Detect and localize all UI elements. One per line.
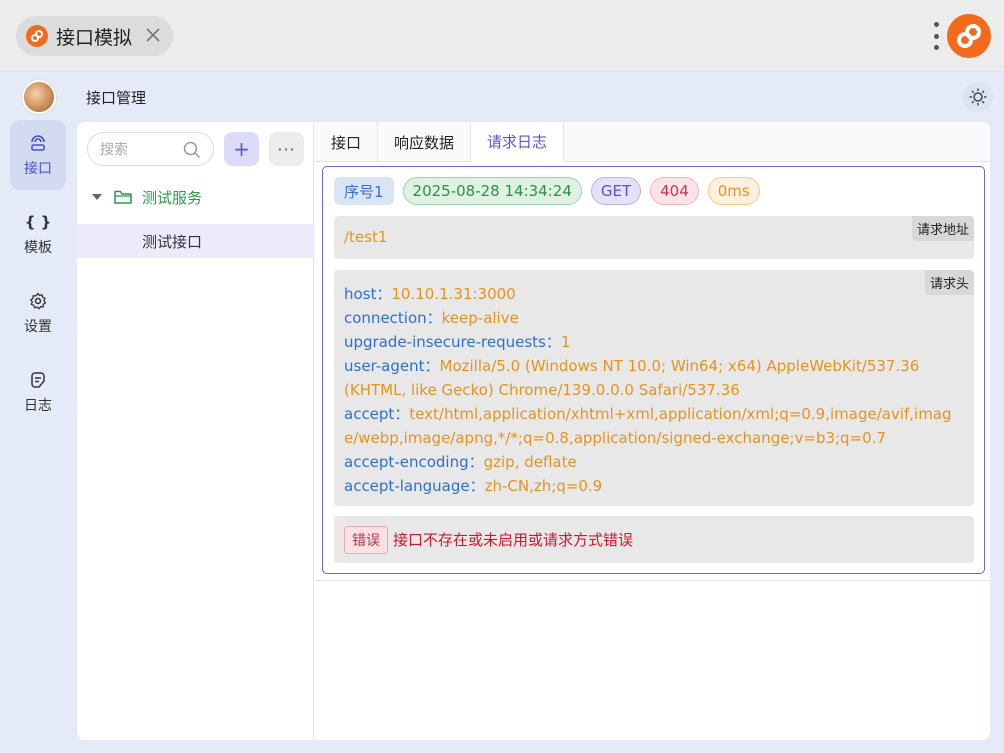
header-line: accept-encoding：gzip, deflate [344,453,577,471]
theme-toggle-button[interactable] [963,82,993,112]
error-box: 错误 接口不存在或未启用或请求方式错误 [334,516,974,563]
broadcast-icon [28,132,48,154]
add-button[interactable]: + [224,132,259,166]
api-tree-panel: 搜索 + ··· 测试服务 测试接口 [77,122,314,740]
request-headers-label: 请求头 [924,270,974,295]
close-icon[interactable] [143,25,163,45]
detail-panel: 接口 响应数据 请求日志 序号1 2025-08-28 14:34:24 GET… [315,122,990,740]
tab-api[interactable]: 接口 [315,122,379,162]
title-bar: 接口模拟 [0,0,1004,72]
search-placeholder: 搜索 [100,142,128,158]
log-entry-card[interactable]: 序号1 2025-08-28 14:34:24 GET 404 0ms /tes… [322,166,985,574]
app-tab-title: 接口模拟 [56,26,133,49]
nav-item-template[interactable]: { } 模板 [10,199,66,269]
nav-label: 设置 [24,319,52,335]
header-line: host：10.10.1.31:3000 [344,285,516,303]
tree-item-test-api[interactable]: 测试接口 [77,224,314,258]
avatar[interactable] [22,80,56,114]
search-icon [183,141,201,159]
tab-response-data[interactable]: 响应数据 [378,122,472,162]
tree-group-service[interactable]: 测试服务 [77,178,314,216]
gear-icon [29,290,47,312]
tree-group-label: 测试服务 [142,188,203,207]
request-url: /test1 [344,228,388,246]
app-logo-icon [26,25,48,47]
nav-label: 模板 [24,240,52,256]
sun-icon [969,88,987,106]
status-badge: 404 [650,177,699,205]
header-line: upgrade-insecure-requests：1 [344,333,571,351]
search-input[interactable]: 搜索 [87,132,214,166]
request-url-box: /test1 请求地址 [334,216,974,259]
duration-badge: 0ms [707,177,760,205]
log-meta: 序号1 2025-08-28 14:34:24 GET 404 0ms [334,177,769,205]
timestamp-badge: 2025-08-28 14:34:24 [402,177,582,205]
main-panel: 搜索 + ··· 测试服务 测试接口 接口 响应数据 请求日志 序号1 2025… [77,122,990,740]
error-tag: 错误 [344,525,388,554]
seq-badge: 序号1 [334,177,394,205]
more-button[interactable]: ··· [269,132,304,166]
folder-icon [114,189,132,205]
brand-logo-icon[interactable] [947,14,991,58]
method-badge: GET [590,177,642,205]
app-body: 接口管理 接口 { } 模板 设置 日志 搜索 + ··· 测试服务 测试接口 … [0,72,1004,753]
nav-label: 接口 [24,161,52,177]
nav-item-settings[interactable]: 设置 [10,278,66,348]
divider [315,580,990,581]
tree-item-label: 测试接口 [142,232,203,251]
header-line: accept-language：zh-CN,zh;q=0.9 [344,477,603,495]
tab-request-log[interactable]: 请求日志 [471,122,565,162]
detail-tabs: 接口 响应数据 请求日志 [315,122,990,162]
app-tab[interactable]: 接口模拟 [16,16,173,56]
more-vertical-icon[interactable] [930,22,942,50]
request-url-label: 请求地址 [911,216,974,241]
header-line: connection：keep-alive [344,309,519,327]
page-title: 接口管理 [86,89,147,107]
header-line: user-agent：Mozilla/5.0 (Windows NT 10.0;… [344,357,920,399]
braces-icon: { } [24,213,52,231]
nav-item-log[interactable]: 日志 [10,357,66,427]
nav-label: 日志 [24,398,52,414]
caret-down-icon[interactable] [92,194,102,200]
sidebar-nav: 接口 { } 模板 设置 日志 [10,120,68,436]
error-message: 接口不存在或未启用或请求方式错误 [393,531,634,549]
log-icon [29,369,47,391]
nav-item-api[interactable]: 接口 [10,120,66,190]
request-headers-box: 请求头 host：10.10.1.31:3000 connection：keep… [334,270,974,506]
header-line: accept：text/html,application/xhtml+xml,a… [344,405,952,447]
